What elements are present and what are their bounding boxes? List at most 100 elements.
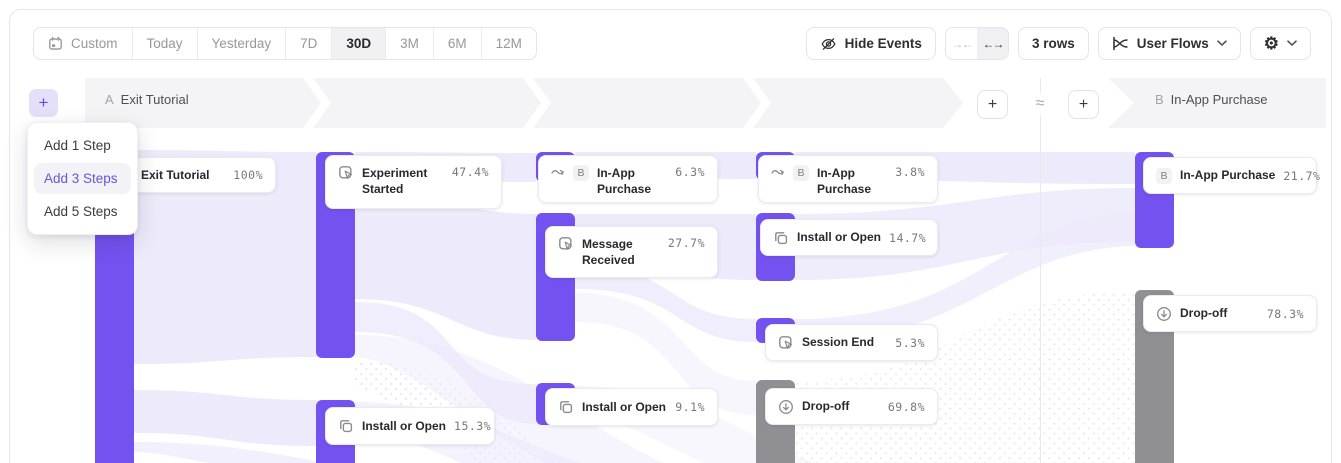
add-step-menu: Add 1 Step Add 3 Steps Add 5 Steps (27, 122, 138, 235)
date-range-group: Custom Today Yesterday 7D 30D 3M 6M 12M (33, 27, 537, 60)
node-percent: 47.4% (452, 165, 489, 179)
cursor-click-icon (778, 335, 794, 351)
node-label: Drop-off (802, 398, 849, 414)
badge-letter: B (577, 167, 584, 179)
flow-node-in-app-purchase-3[interactable]: B In-App Purchase 3.8% (758, 155, 938, 203)
menu-item-label: Add 5 Steps (44, 204, 118, 219)
date-range-label: Yesterday (212, 36, 272, 51)
app-install-icon (773, 230, 789, 246)
node-percent: 6.3% (675, 165, 705, 179)
node-percent: 21.7% (1283, 169, 1320, 183)
approx-symbol: ≈ (1028, 93, 1052, 115)
flow-node-dropoff-78[interactable]: Drop-off 78.3% (1143, 295, 1317, 332)
flow-node-install-or-open-14[interactable]: Install or Open 14.7% (760, 219, 938, 256)
node-label: In-App Purchase (817, 165, 887, 197)
node-label: Experiment Started (362, 165, 438, 197)
flow-node-dropoff-69[interactable]: Drop-off 69.8% (765, 388, 938, 425)
menu-item-add-3-steps[interactable]: Add 3 Steps (34, 163, 131, 194)
node-percent: 78.3% (1267, 307, 1304, 321)
step-label: In-App Purchase (1171, 92, 1268, 107)
date-range-label: 6M (448, 36, 467, 51)
cursor-click-icon (558, 236, 574, 252)
add-step-after-button[interactable]: + (1068, 90, 1099, 119)
node-label: In-App Purchase (597, 165, 667, 197)
hide-events-label: Hide Events (845, 36, 922, 51)
step-b-header[interactable]: B In-App Purchase (1155, 92, 1268, 107)
badge-letter: B (797, 167, 804, 179)
step-b-badge: B (573, 165, 589, 181)
step-b-badge: B (1156, 168, 1172, 184)
collapse-icon: →← (951, 37, 971, 51)
flow-node-exit-tutorial[interactable]: Exit Tutorial 100% (128, 157, 276, 193)
chevron-down-icon (1217, 40, 1227, 47)
rows-button[interactable]: 3 rows (1018, 27, 1089, 60)
date-range-6m[interactable]: 6M (434, 28, 482, 59)
collapse-columns-button[interactable]: →← (946, 28, 977, 59)
eye-off-icon (820, 36, 837, 52)
date-range-30d[interactable]: 30D (332, 28, 386, 59)
drop-off-icon (1156, 306, 1172, 322)
flow-node-message-received[interactable]: Message Received 27.7% (545, 226, 718, 278)
user-flows-canvas: Custom Today Yesterday 7D 30D 3M 6M 12M … (0, 0, 1341, 463)
skip-ahead-icon (771, 165, 785, 177)
flow-ribbon (134, 442, 420, 463)
drop-off-icon (778, 399, 794, 415)
add-step-before-button[interactable]: + (977, 90, 1008, 119)
flow-node-experiment-started[interactable]: Experiment Started 47.4% (325, 155, 502, 209)
expand-icon: ←→ (982, 37, 1002, 51)
step-a-band (85, 78, 965, 128)
flow-node-install-or-open-15[interactable]: Install or Open 15.3% (325, 407, 495, 445)
app-install-icon (558, 399, 574, 415)
node-percent: 15.3% (454, 419, 491, 433)
plus-icon: + (988, 96, 997, 114)
settings-button[interactable]: ⚙ (1250, 27, 1311, 60)
skip-ahead-icon (551, 165, 565, 177)
step-a-header[interactable]: A Exit Tutorial (105, 92, 189, 107)
flow-node-in-app-purchase-6[interactable]: B In-App Purchase 6.3% (538, 155, 718, 203)
flow-node-session-end[interactable]: Session End 5.3% (765, 324, 938, 361)
cursor-click-icon (338, 165, 354, 181)
flow-ribbon (134, 390, 316, 446)
toolbar: Custom Today Yesterday 7D 30D 3M 6M 12M … (33, 27, 1311, 60)
node-label: Message Received (582, 236, 658, 268)
hide-events-button[interactable]: Hide Events (806, 27, 936, 60)
collapse-expand-toggle: →← ←→ (945, 27, 1009, 60)
step-b-badge: B (793, 165, 809, 181)
date-range-3m[interactable]: 3M (386, 28, 434, 59)
node-percent: 3.8% (895, 165, 925, 179)
view-selector-button[interactable]: User Flows (1098, 27, 1241, 60)
node-label: Exit Tutorial (141, 167, 209, 183)
date-range-label: 30D (346, 36, 371, 51)
menu-item-add-5-steps[interactable]: Add 5 Steps (28, 196, 137, 227)
node-label: Install or Open (362, 418, 446, 434)
toolbar-right: Hide Events →← ←→ 3 rows User Flows (806, 27, 1311, 60)
node-percent: 27.7% (668, 236, 705, 250)
menu-item-label: Add 1 Step (44, 138, 111, 153)
rows-label: 3 rows (1032, 36, 1075, 51)
menu-item-add-1-step[interactable]: Add 1 Step (28, 130, 137, 161)
add-step-button[interactable]: + (29, 89, 58, 117)
approx-glyph: ≈ (1036, 95, 1045, 113)
flow-node-install-or-open-9[interactable]: Install or Open 9.1% (545, 388, 718, 426)
node-label: In-App Purchase (1180, 167, 1275, 183)
date-range-today[interactable]: Today (133, 28, 198, 59)
date-range-label: 3M (400, 36, 419, 51)
user-flows-icon (1112, 36, 1129, 51)
plus-icon: + (1079, 96, 1088, 114)
node-percent: 69.8% (888, 400, 925, 414)
chevron-down-icon (1287, 40, 1297, 47)
date-range-label: Custom (71, 36, 118, 51)
flow-node-in-app-purchase-21[interactable]: B In-App Purchase 21.7% (1143, 157, 1317, 194)
date-range-yesterday[interactable]: Yesterday (198, 28, 287, 59)
step-letter: A (105, 92, 114, 107)
node-percent: 5.3% (895, 336, 925, 350)
step-label: Exit Tutorial (121, 92, 189, 107)
date-range-custom[interactable]: Custom (34, 28, 133, 59)
step-letter: B (1155, 92, 1164, 107)
date-range-12m[interactable]: 12M (482, 28, 536, 59)
calendar-icon (48, 36, 63, 51)
date-range-7d[interactable]: 7D (286, 28, 332, 59)
expand-columns-button[interactable]: ←→ (977, 28, 1008, 59)
view-selector-label: User Flows (1137, 36, 1209, 51)
date-range-label: 7D (300, 36, 317, 51)
